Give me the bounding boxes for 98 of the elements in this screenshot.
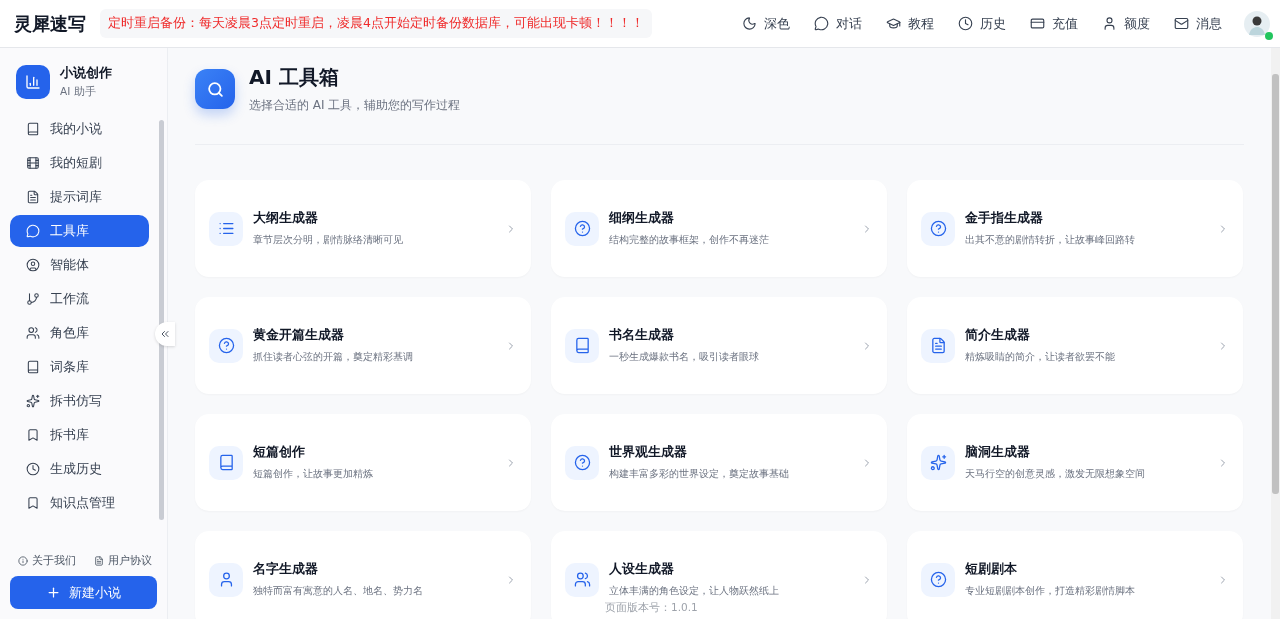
tool-card[interactable]: 短剧剧本 专业短剧剧本创作，打造精彩剧情脚本 <box>907 531 1243 619</box>
user-icon <box>1102 16 1117 31</box>
tool-description: 短篇创作，让故事更加精炼 <box>253 467 374 481</box>
notice-banner: 定时重启备份：每天凌晨3点定时重启，凌晨4点开始定时备份数据库，可能出现卡顿！！！！ <box>100 9 652 38</box>
sidebar-item[interactable]: 角色库 <box>10 317 149 349</box>
footer-link[interactable]: 用户协议 <box>94 554 152 568</box>
tool-card[interactable]: 金手指生成器 出其不意的剧情转折，让故事峰回路转 <box>907 180 1243 277</box>
help-icon <box>565 211 599 246</box>
chart-icon <box>16 64 50 99</box>
version-text: 页面版本号：1.0.1 <box>605 601 698 615</box>
branch-icon <box>26 292 40 306</box>
chat-icon <box>814 16 829 31</box>
tool-card[interactable]: 短篇创作 短篇创作，让故事更加精炼 <box>195 414 531 511</box>
tool-card[interactable]: 简介生成器 精炼吸睛的简介，让读者欲罢不能 <box>907 297 1243 394</box>
tool-card[interactable]: 大纲生成器 章节层次分明，剧情脉络清晰可见 <box>195 180 531 277</box>
film-icon <box>26 156 40 170</box>
book-icon <box>565 328 599 363</box>
new-novel-button[interactable]: 新建小说 <box>10 576 157 609</box>
tool-description: 出其不意的剧情转折，让故事峰回路转 <box>965 233 1136 247</box>
sidebar-item[interactable]: 工作流 <box>10 283 149 315</box>
tool-name: 细纲生成器 <box>609 210 675 227</box>
sidebar-item[interactable]: 智能体 <box>10 249 149 281</box>
tool-card[interactable]: 黄金开篇生成器 抓住读者心弦的开篇，奠定精彩基调 <box>195 297 531 394</box>
sidebar-item[interactable]: 拆书仿写 <box>10 385 149 417</box>
book-icon <box>26 360 40 374</box>
tool-card[interactable]: 细纲生成器 结构完整的故事框架，创作不再迷茫 <box>551 180 887 277</box>
tool-name: 大纲生成器 <box>253 210 319 227</box>
tool-description: 立体丰满的角色设定，让人物跃然纸上 <box>609 584 780 598</box>
user-icon <box>209 562 243 597</box>
tool-description: 独特而富有寓意的人名、地名、势力名 <box>253 584 424 598</box>
scrollbar[interactable] <box>159 120 164 520</box>
bookmark-icon <box>26 428 40 442</box>
collapse-button[interactable] <box>155 322 175 346</box>
tool-name: 短剧剧本 <box>965 561 1018 578</box>
info-icon <box>18 556 28 566</box>
tool-name: 黄金开篇生成器 <box>253 327 345 344</box>
users-icon <box>26 326 40 340</box>
book-icon <box>209 445 243 480</box>
help-icon <box>921 211 955 246</box>
bookmark-icon <box>26 496 40 510</box>
document-icon <box>94 556 104 566</box>
card-icon <box>1030 16 1045 31</box>
clock-icon <box>26 462 40 476</box>
sidebar-item[interactable]: 我的短剧 <box>10 147 149 179</box>
sparkles-icon <box>921 445 955 480</box>
user-circle-icon <box>26 258 40 272</box>
tool-description: 精炼吸睛的简介，让读者欲罢不能 <box>965 350 1116 364</box>
document-icon <box>921 328 955 363</box>
sidebar-item[interactable]: 拆书库 <box>10 419 149 451</box>
sidebar-item[interactable]: 词条库 <box>10 351 149 383</box>
tool-name: 世界观生成器 <box>609 444 688 461</box>
sidebar-item[interactable]: 知识点管理 <box>10 487 149 519</box>
page-title: AI 工具箱 <box>249 64 340 91</box>
tool-description: 专业短剧剧本创作，打造精彩剧情脚本 <box>965 584 1136 598</box>
graduation-cap-icon <box>886 16 901 31</box>
tool-card[interactable]: 世界观生成器 构建丰富多彩的世界设定，奠定故事基础 <box>551 414 887 511</box>
moon-icon <box>742 16 757 31</box>
tool-name: 名字生成器 <box>253 561 319 578</box>
sidebar-item[interactable]: 生成历史 <box>10 453 149 485</box>
sidebar-item[interactable]: 工具库 <box>10 215 149 247</box>
document-icon <box>26 190 40 204</box>
list-icon <box>209 211 243 246</box>
users-icon <box>565 562 599 597</box>
tool-card[interactable]: 书名生成器 一秒生成爆款书名，吸引读者眼球 <box>551 297 887 394</box>
tool-description: 构建丰富多彩的世界设定，奠定故事基础 <box>609 467 790 481</box>
tool-description: 一秒生成爆款书名，吸引读者眼球 <box>609 350 760 364</box>
tool-description: 天马行空的创意灵感，激发无限想象空间 <box>965 467 1146 481</box>
brand-title: 小说创作 <box>60 64 112 82</box>
clock-icon <box>958 16 973 31</box>
mail-icon <box>1174 16 1189 31</box>
sidebar-item[interactable]: 提示词库 <box>10 181 149 213</box>
tool-name: 人设生成器 <box>609 561 675 578</box>
tool-description: 章节层次分明，剧情脉络清晰可见 <box>253 233 404 247</box>
tool-name: 书名生成器 <box>609 327 675 344</box>
tool-card[interactable]: 脑洞生成器 天马行空的创意灵感，激发无限想象空间 <box>907 414 1243 511</box>
scrollbar[interactable] <box>1271 48 1280 619</box>
help-icon <box>209 328 243 363</box>
help-icon <box>565 445 599 480</box>
tool-name: 脑洞生成器 <box>965 444 1031 461</box>
sparkles-icon <box>26 394 40 408</box>
search-icon <box>195 69 235 109</box>
footer-link[interactable]: 关于我们 <box>18 554 76 568</box>
double-chevron-icon <box>159 328 171 340</box>
tool-name: 简介生成器 <box>965 327 1031 344</box>
plus-icon <box>46 585 61 600</box>
tool-name: 短篇创作 <box>253 444 306 461</box>
tool-description: 抓住读者心弦的开篇，奠定精彩基调 <box>253 350 414 364</box>
tool-card[interactable]: 名字生成器 独特而富有寓意的人名、地名、势力名 <box>195 531 531 619</box>
sidebar-item[interactable]: 我的小说 <box>10 113 149 145</box>
user-avatar[interactable] <box>1244 10 1270 37</box>
chat-icon <box>26 224 40 238</box>
page-subtitle: 选择合适的 AI 工具，辅助您的写作过程 <box>249 97 461 114</box>
tool-description: 结构完整的故事框架，创作不再迷茫 <box>609 233 770 247</box>
app-logo: 灵犀速写 <box>14 11 86 36</box>
book-icon <box>26 122 40 136</box>
help-icon <box>921 562 955 597</box>
brand-subtitle: AI 助手 <box>60 85 97 99</box>
tool-name: 金手指生成器 <box>965 210 1044 227</box>
